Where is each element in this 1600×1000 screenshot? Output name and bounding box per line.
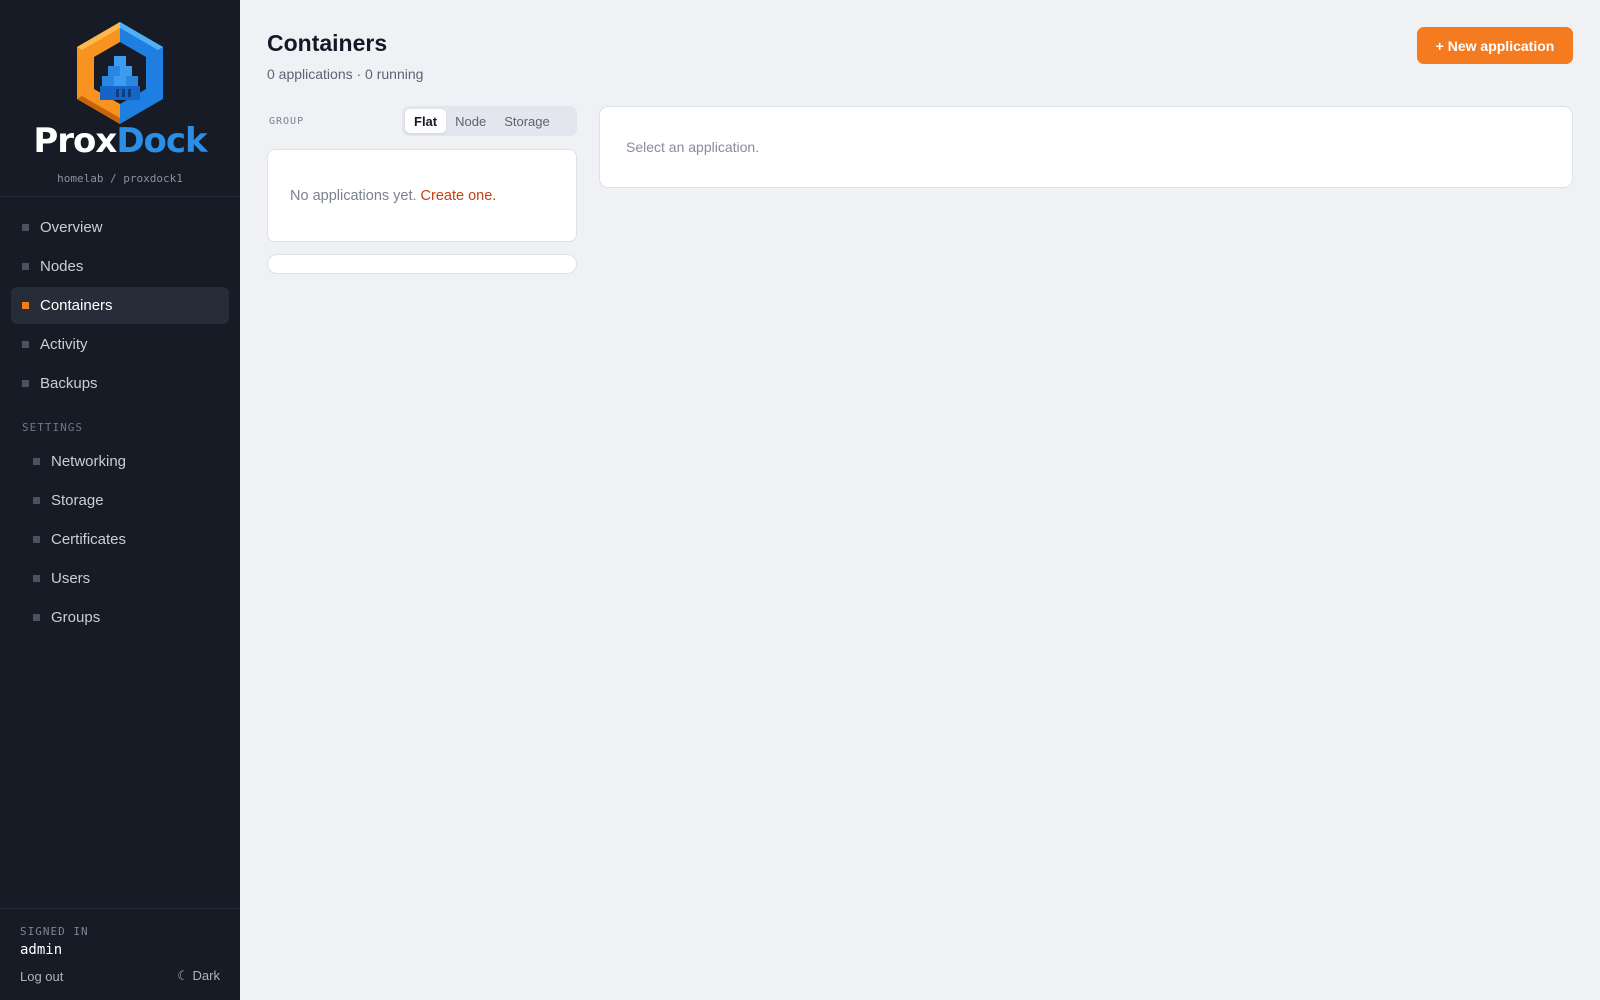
nav-dot-icon bbox=[33, 614, 40, 621]
brand-wordmark: ProxDock bbox=[33, 121, 207, 161]
nav-dot-icon bbox=[22, 380, 29, 387]
sidebar-item-label: Certificates bbox=[51, 531, 127, 548]
sidebar-item-containers[interactable]: Containers bbox=[11, 287, 229, 324]
group-segmented-control: Flat Node Storage bbox=[402, 106, 577, 136]
brand: ProxDock homelab / proxdock1 bbox=[0, 0, 240, 197]
cluster-path: homelab / proxdock1 bbox=[57, 172, 183, 185]
page-subtitle: 0 applications · 0 running bbox=[267, 66, 424, 82]
sidebar-item-nodes[interactable]: Nodes bbox=[11, 248, 229, 285]
settings-section-label: SETTINGS bbox=[22, 421, 83, 434]
sidebar-item-storage[interactable]: Storage bbox=[11, 482, 229, 519]
group-option-flat[interactable]: Flat bbox=[405, 109, 447, 133]
page-title: Containers bbox=[267, 30, 388, 56]
application-detail-panel: Select an application. bbox=[599, 106, 1573, 188]
applications-list-footer bbox=[267, 254, 577, 274]
sidebar-item-certificates[interactable]: Certificates bbox=[11, 521, 229, 558]
detail-placeholder-text: Select an application. bbox=[626, 139, 760, 155]
signed-in-label: SIGNED IN bbox=[20, 925, 89, 938]
footer-actions: Log out ☾ Dark bbox=[20, 968, 220, 984]
applications-empty-state: No applications yet. Create one. bbox=[267, 149, 577, 242]
group-label: GROUP bbox=[269, 116, 305, 127]
moon-icon: ☾ bbox=[177, 968, 189, 983]
sidebar-item-label: Storage bbox=[51, 492, 104, 509]
nav-dot-icon bbox=[22, 341, 29, 348]
sidebar-item-label: Overview bbox=[40, 219, 103, 236]
sidebar-item-backups[interactable]: Backups bbox=[11, 365, 229, 402]
group-option-storage[interactable]: Storage bbox=[495, 109, 559, 133]
signed-in-username: admin bbox=[20, 942, 63, 958]
proxdock-logo-icon bbox=[77, 22, 163, 124]
sidebar: ProxDock homelab / proxdock1 Overview No… bbox=[0, 0, 240, 1000]
new-application-button[interactable]: + New application bbox=[1417, 27, 1573, 64]
sidebar-item-label: Activity bbox=[40, 336, 88, 353]
nav-dot-icon bbox=[22, 224, 29, 231]
nav-dot-icon bbox=[22, 302, 29, 309]
sidebar-item-label: Users bbox=[51, 570, 91, 587]
sidebar-item-overview[interactable]: Overview bbox=[11, 209, 229, 246]
group-option-node[interactable]: Node bbox=[446, 109, 495, 133]
brand-name-dock: Dock bbox=[116, 121, 207, 161]
sidebar-item-label: Nodes bbox=[40, 258, 84, 275]
nav-dot-icon bbox=[33, 536, 40, 543]
nav-dot-icon bbox=[33, 458, 40, 465]
sidebar-footer: SIGNED IN admin Log out ☾ Dark bbox=[0, 908, 240, 1000]
brand-name-prox: Prox bbox=[33, 121, 117, 161]
sidebar-item-label: Containers bbox=[40, 297, 113, 314]
sidebar-item-users[interactable]: Users bbox=[11, 560, 229, 597]
logout-button[interactable]: Log out bbox=[20, 969, 63, 984]
theme-toggle-label: Dark bbox=[192, 968, 220, 983]
create-application-link[interactable]: Create one. bbox=[421, 188, 497, 204]
nav-dot-icon bbox=[22, 263, 29, 270]
sidebar-item-activity[interactable]: Activity bbox=[11, 326, 229, 363]
sidebar-item-groups[interactable]: Groups bbox=[11, 599, 229, 636]
sidebar-item-label: Groups bbox=[51, 609, 101, 626]
theme-toggle-button[interactable]: ☾ Dark bbox=[177, 968, 220, 984]
sidebar-item-label: Backups bbox=[40, 375, 98, 392]
nav-dot-icon bbox=[33, 575, 40, 582]
main-content: Containers 0 applications · 0 running + … bbox=[240, 0, 1600, 1000]
nav-dot-icon bbox=[33, 497, 40, 504]
sidebar-item-networking[interactable]: Networking bbox=[11, 443, 229, 480]
sidebar-item-label: Networking bbox=[51, 453, 127, 470]
main-nav: Overview Nodes Containers Activity Backu… bbox=[0, 197, 240, 636]
empty-state-text: No applications yet. bbox=[290, 187, 417, 204]
